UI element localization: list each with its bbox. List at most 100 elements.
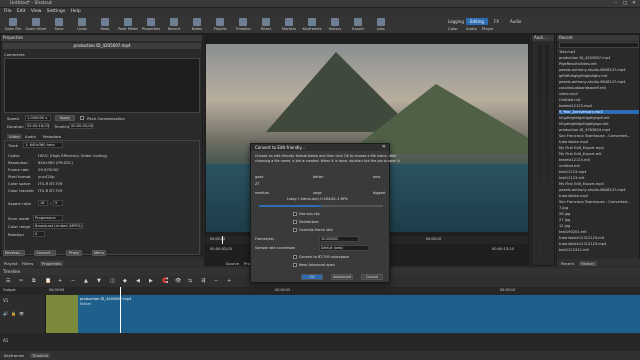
layout-sub-player[interactable]: Player bbox=[482, 26, 494, 31]
recent-item[interactable]: testest12123.mp4 bbox=[559, 104, 592, 108]
recent-item[interactable]: test12123.mp4 bbox=[559, 170, 587, 174]
recent-item[interactable]: pexels-anthony-studio-6848147.mp4 bbox=[559, 188, 625, 192]
tab-video[interactable]: Video bbox=[7, 134, 22, 139]
v1-track[interactable]: production ID_4205697.mp4 Hidden bbox=[46, 287, 640, 333]
layout-audio[interactable]: Audio bbox=[506, 18, 525, 25]
timeline-playhead[interactable] bbox=[120, 287, 121, 333]
recent-item[interactable]: production ID_4205697.mp4 bbox=[559, 56, 610, 60]
menu-file[interactable]: File bbox=[4, 9, 12, 14]
keep-advanced-checkbox[interactable] bbox=[293, 263, 297, 267]
pitch-checkbox[interactable] bbox=[80, 116, 84, 120]
recent-item[interactable]: tutorilalute12312123.mlt bbox=[559, 236, 604, 240]
rotation-input[interactable]: 0 bbox=[33, 231, 45, 237]
recent-item[interactable]: testest12123.mlt bbox=[559, 158, 590, 162]
tab-timeline[interactable]: Timeline bbox=[30, 353, 51, 358]
toolbar-button-recent[interactable]: Recent bbox=[163, 17, 185, 33]
eye-icon[interactable]: 👁 bbox=[19, 311, 24, 316]
timeline-input[interactable]: 00:00:00;00 bbox=[69, 123, 93, 129]
toolbar-button-undo[interactable]: Undo bbox=[71, 17, 93, 33]
copy-icon[interactable]: ⧉ bbox=[32, 278, 36, 284]
recent-item[interactable]: Untitled.mlt bbox=[559, 98, 580, 102]
recent-item[interactable]: tutorilalute12312123.mp4 bbox=[559, 242, 606, 246]
ripple-icon[interactable]: ⇆ bbox=[188, 278, 192, 284]
convert-button[interactable]: Convert... bbox=[34, 250, 56, 256]
layout-editing[interactable]: Editing bbox=[466, 18, 488, 25]
menu-icon[interactable]: ☰ bbox=[6, 278, 10, 284]
layout-sub-color[interactable]: Color bbox=[448, 26, 458, 31]
recent-item[interactable]: 7.jpg bbox=[559, 206, 568, 210]
ripple-all-icon[interactable]: ⇶ bbox=[201, 278, 205, 284]
recent-item[interactable]: test1212312.mlt bbox=[559, 248, 589, 252]
speed-input[interactable]: 1.000000 x bbox=[25, 115, 51, 121]
recent-item[interactable]: 9_Year_Anniversary.mp3 bbox=[559, 110, 639, 114]
recent-item[interactable]: giffaRdhgfghfdghdfghv.mlt bbox=[559, 74, 607, 78]
menu-button[interactable]: Menu bbox=[92, 250, 106, 256]
recent-item[interactable]: pexels-anthony-studio-6848147.mp4 bbox=[559, 80, 625, 84]
recent-item[interactable]: video.mp4 bbox=[559, 92, 578, 96]
menu-help[interactable]: Help bbox=[71, 9, 81, 14]
layout-logging[interactable]: Logging bbox=[444, 18, 468, 25]
recent-item[interactable]: 28.jpg bbox=[559, 212, 570, 216]
split-icon[interactable]: ◫ bbox=[110, 278, 115, 284]
cut-icon[interactable]: ✂ bbox=[19, 278, 23, 284]
toolbar-button-open-other[interactable]: Open Other bbox=[25, 17, 47, 33]
recent-item[interactable]: untitled.mlt bbox=[559, 164, 580, 168]
layout-sub-audio[interactable]: Audio bbox=[466, 26, 477, 31]
prev-marker-icon[interactable]: ◀ bbox=[136, 278, 140, 284]
toolbar-button-keyframes[interactable]: Keyframes bbox=[301, 17, 323, 33]
append-icon[interactable]: + bbox=[58, 278, 62, 284]
zoom-out-icon[interactable]: − bbox=[214, 278, 218, 284]
framerate-input[interactable]: 30.000000 bbox=[319, 236, 359, 242]
player-playhead[interactable] bbox=[222, 236, 223, 244]
duration-input[interactable]: 00:00:16;03 bbox=[25, 123, 49, 129]
menu-settings[interactable]: Settings bbox=[47, 9, 65, 14]
snap-icon[interactable]: 🧲 bbox=[162, 278, 168, 284]
advanced-button[interactable]: Advanced bbox=[331, 274, 353, 280]
scan-select[interactable]: Progressive bbox=[33, 215, 63, 221]
recent-item[interactable]: Test.mp3 bbox=[559, 50, 575, 54]
recent-item[interactable]: PIgeResultsVideo.mlt bbox=[559, 62, 597, 66]
paste-icon[interactable]: 📋 bbox=[45, 278, 51, 284]
toolbar-button-markers[interactable]: Markers bbox=[278, 17, 300, 33]
recent-item[interactable]: My First Edit_Export.mlt bbox=[559, 152, 602, 156]
toolbar-button-save[interactable]: Save bbox=[48, 17, 70, 33]
recent-item[interactable]: My First Edit_Export.mp4 bbox=[559, 146, 604, 150]
comments-field[interactable] bbox=[4, 58, 200, 113]
recent-search-input[interactable] bbox=[559, 42, 639, 48]
option-checkbox[interactable] bbox=[293, 220, 297, 224]
tab-filters[interactable]: Filters bbox=[22, 261, 33, 266]
toolbar-button-export[interactable]: Export bbox=[347, 17, 369, 33]
clip-thumbnail[interactable] bbox=[46, 295, 78, 333]
recent-item[interactable]: My First Edit_Export.mp4 bbox=[559, 182, 604, 186]
remove-icon[interactable]: − bbox=[71, 278, 75, 284]
minimize-button[interactable]: – bbox=[612, 1, 620, 7]
tab-playlist[interactable]: Playlist bbox=[4, 261, 18, 266]
tab-source[interactable]: Source bbox=[226, 261, 239, 266]
ok-button[interactable]: OK bbox=[301, 274, 323, 280]
tab-properties[interactable]: Properties bbox=[40, 261, 64, 266]
recent-item[interactable]: couldnAudioandsaveff.mlt bbox=[559, 86, 606, 90]
recent-item[interactable]: San Francisco Townhouse - Converted... bbox=[559, 200, 630, 204]
mute-icon[interactable]: 🔊 bbox=[3, 311, 8, 316]
menu-view[interactable]: View bbox=[31, 9, 42, 14]
lock-icon[interactable]: 🔒 bbox=[11, 311, 16, 316]
tab-keyframes[interactable]: Keyframes bbox=[4, 353, 24, 358]
recent-item[interactable]: San Francisco Townhouse - Converted... bbox=[559, 134, 630, 138]
maximize-button[interactable]: □ bbox=[621, 1, 629, 7]
reverse-button[interactable]: Reverse... bbox=[3, 250, 25, 256]
bt709-checkbox[interactable] bbox=[293, 255, 297, 259]
toolbar-button-timeline[interactable]: Timeline bbox=[232, 17, 254, 33]
scrub-icon[interactable]: 👁 bbox=[175, 278, 181, 284]
cancel-button[interactable]: Cancel bbox=[361, 274, 383, 280]
tab-history[interactable]: History bbox=[579, 261, 597, 266]
toolbar-button-filters[interactable]: Filters bbox=[255, 17, 277, 33]
close-window-button[interactable]: ✕ bbox=[630, 1, 638, 7]
recent-item[interactable]: 12.jpg bbox=[559, 224, 570, 228]
toolbar-button-open-file[interactable]: Open File bbox=[2, 17, 24, 33]
toolbar-button-properties[interactable]: Properties bbox=[140, 17, 162, 33]
overwrite-icon[interactable]: ▼ bbox=[97, 278, 101, 284]
dialog-close-icon[interactable]: ✕ bbox=[382, 144, 386, 150]
tab-audio[interactable]: Audio bbox=[25, 134, 36, 139]
apply-button[interactable]: Apply bbox=[55, 115, 75, 121]
aspect-w-input[interactable]: 16 bbox=[38, 200, 48, 206]
